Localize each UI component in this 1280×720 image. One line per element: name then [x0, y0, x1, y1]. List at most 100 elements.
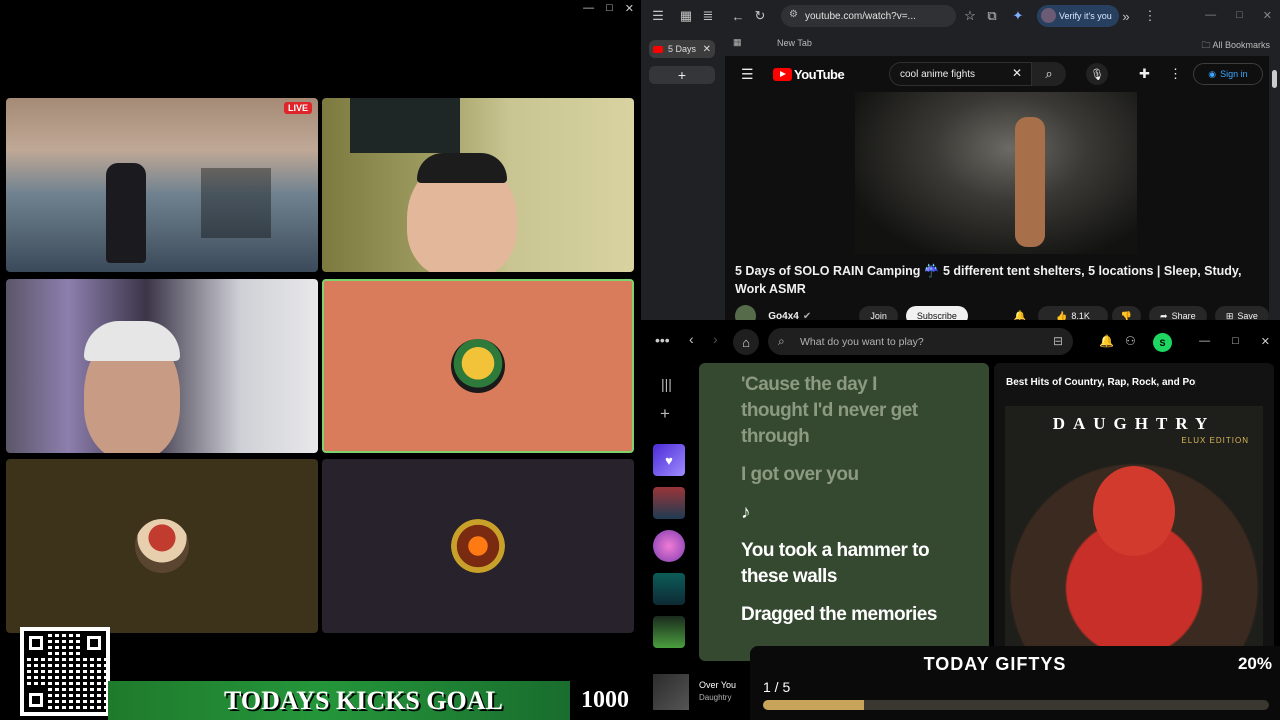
bookmark-star-icon[interactable]: ☆	[959, 5, 981, 27]
album-art: DAUGHTRY ELUX EDITION	[1005, 406, 1263, 663]
library-playlist-item[interactable]	[653, 573, 685, 605]
participant-tile-speaking[interactable]	[322, 279, 634, 453]
maximize-icon[interactable]: □	[1236, 9, 1243, 22]
maximize-icon[interactable]: □	[606, 2, 613, 15]
home-icon[interactable]: ⌂	[733, 329, 759, 355]
liked-songs-item[interactable]: ♥	[653, 444, 685, 476]
game-chat-overlay	[201, 168, 271, 238]
site-info-icon[interactable]: ⚙	[789, 9, 798, 20]
lyric-line[interactable]: Dragged the memories	[741, 602, 941, 628]
reload-icon[interactable]: ↻	[749, 5, 771, 27]
friend-activity-icon[interactable]: ⚇	[1125, 334, 1136, 348]
tab-search-icon[interactable]: ☰	[647, 5, 669, 27]
now-playing-title[interactable]: Over You	[699, 680, 736, 690]
back-icon[interactable]: ←	[727, 5, 749, 27]
library-playlist-item[interactable]	[653, 616, 685, 648]
settings-menu-icon[interactable]: ⋮	[1169, 66, 1182, 82]
page-scrollbar[interactable]	[1272, 70, 1277, 88]
library-artist-item[interactable]	[653, 530, 685, 562]
youtube-favicon-icon	[653, 45, 663, 53]
participant-tile-cap-user[interactable]	[6, 279, 318, 453]
now-playing-cover[interactable]	[653, 674, 689, 710]
participant-cap	[417, 153, 507, 183]
new-tab-button[interactable]: +	[649, 66, 715, 84]
user-avatar[interactable]: S	[1153, 333, 1172, 352]
tab-groups-icon[interactable]: ▦	[675, 5, 697, 27]
qr-code	[20, 627, 110, 716]
video-owner-row: Go4x4 ✔ Join Subscribe 🔔 👍 8.1K 👎 ➦ Shar…	[735, 305, 1269, 321]
address-bar[interactable]: ⚙ youtube.com/watch?v=...	[781, 5, 956, 27]
library-playlist-item[interactable]	[653, 487, 685, 519]
browse-icon[interactable]: ⊟	[1053, 334, 1063, 348]
save-button[interactable]: ⊞ Save	[1214, 306, 1269, 320]
lyric-line[interactable]: 'Cause the day I thought I'd never get t…	[741, 372, 941, 450]
more-menu-icon[interactable]: ⋮	[1139, 5, 1161, 27]
gift-goal-progress	[763, 700, 1269, 710]
participant-tile-avatar[interactable]	[6, 459, 318, 633]
youtube-logo-text: YouTube	[794, 67, 845, 82]
minimize-icon[interactable]: —	[1205, 9, 1216, 22]
forward-icon[interactable]: ›	[713, 331, 718, 347]
gift-goal-overlay: TODAY GIFTYS 20% 1 / 5	[750, 646, 1280, 720]
create-plus-icon[interactable]: +	[660, 404, 670, 424]
all-bookmarks-label: All Bookmarks	[1212, 40, 1270, 50]
lyric-line[interactable]: ♪	[741, 500, 941, 526]
subscribe-button[interactable]: Subscribe	[905, 306, 968, 320]
browser-window-controls: — □ ✕	[1205, 9, 1272, 22]
lyric-line[interactable]: You took a hammer to these walls	[741, 538, 941, 590]
maximize-icon[interactable]: □	[1232, 335, 1239, 348]
youtube-logo[interactable]: YouTube	[773, 67, 845, 82]
all-bookmarks-link[interactable]: 🗀 All Bookmarks	[1201, 38, 1270, 54]
clear-search-icon[interactable]: ✕	[1012, 66, 1022, 80]
notifications-icon[interactable]: 🔔	[1099, 334, 1114, 348]
lyric-line[interactable]: I got over you	[741, 462, 941, 488]
vertical-tabs-icon[interactable]: ≣	[697, 5, 719, 27]
close-icon[interactable]: ✕	[1261, 335, 1270, 348]
youtube-search-button[interactable]: ⌕	[1032, 62, 1066, 86]
bee-avatar	[451, 339, 505, 393]
spotify-top-bar: ••• ‹ › ⌂ ⌕ What do you want to play? ⊟ …	[641, 322, 1280, 362]
extensions-icon[interactable]: ⧉	[981, 5, 1003, 27]
tab-youtube[interactable]: 5 Days ✕	[649, 40, 715, 58]
close-icon[interactable]: ✕	[1263, 9, 1272, 22]
participant-tile-headphones-user[interactable]	[322, 98, 634, 272]
playlist-title[interactable]: Best Hits of Country, Rap, Rock, and Pop	[1006, 377, 1196, 388]
gemini-icon[interactable]: ✦	[1007, 5, 1029, 27]
chevron-right-icon[interactable]: »	[1115, 5, 1137, 27]
live-badge: LIVE	[283, 102, 312, 114]
kicks-goal-value: 1000	[570, 681, 640, 720]
participant-tile-avatar[interactable]	[322, 459, 634, 633]
lava-avatar	[451, 519, 505, 573]
video-title: 5 Days of SOLO RAIN Camping ☔ 5 differen…	[735, 264, 1242, 296]
sign-in-label: Sign in	[1220, 69, 1248, 79]
participant-cap	[84, 321, 180, 361]
close-tab-icon[interactable]: ✕	[703, 44, 711, 55]
extension-puzzle-icon[interactable]: ✚	[1139, 66, 1150, 82]
hamburger-menu-icon[interactable]: ☰	[741, 66, 754, 83]
youtube-search-input[interactable]: cool anime fights	[889, 62, 1032, 86]
more-options-icon[interactable]: •••	[655, 332, 670, 348]
microphone-icon[interactable]: 🎙	[1086, 63, 1108, 85]
like-button[interactable]: 👍 8.1K	[1038, 306, 1108, 320]
spotify-search-input[interactable]: ⌕ What do you want to play? ⊟	[768, 328, 1073, 355]
verify-identity-button[interactable]: Verify it's you	[1037, 5, 1119, 27]
share-button[interactable]: ➦ Share	[1148, 306, 1207, 320]
close-icon[interactable]: ✕	[625, 2, 634, 15]
apps-icon[interactable]: ▦	[733, 37, 742, 48]
channel-name[interactable]: Go4x4	[768, 311, 799, 321]
video-player[interactable]	[855, 92, 1137, 254]
browser-window: ☰ ▦ ≣ ← ↻ ⚙ youtube.com/watch?v=... ☆ ⧉ …	[641, 0, 1280, 320]
back-icon[interactable]: ‹	[689, 331, 694, 347]
join-button[interactable]: Join	[859, 306, 898, 320]
minimize-icon[interactable]: —	[1199, 335, 1210, 348]
notification-bell-icon[interactable]: 🔔	[1014, 311, 1026, 321]
bookmark-new-tab[interactable]: New Tab	[777, 38, 812, 48]
minimize-icon[interactable]: —	[583, 2, 594, 15]
channel-avatar[interactable]	[735, 305, 757, 320]
dislike-button[interactable]: 👎	[1111, 306, 1141, 320]
sign-in-button[interactable]: ◉ Sign in	[1193, 63, 1263, 85]
participant-tile-game-stream[interactable]: LIVE	[6, 98, 318, 272]
now-playing-artist[interactable]: Daughtry	[699, 693, 731, 702]
tab-title: 5 Days	[668, 44, 697, 54]
library-icon[interactable]: |||	[661, 376, 672, 392]
